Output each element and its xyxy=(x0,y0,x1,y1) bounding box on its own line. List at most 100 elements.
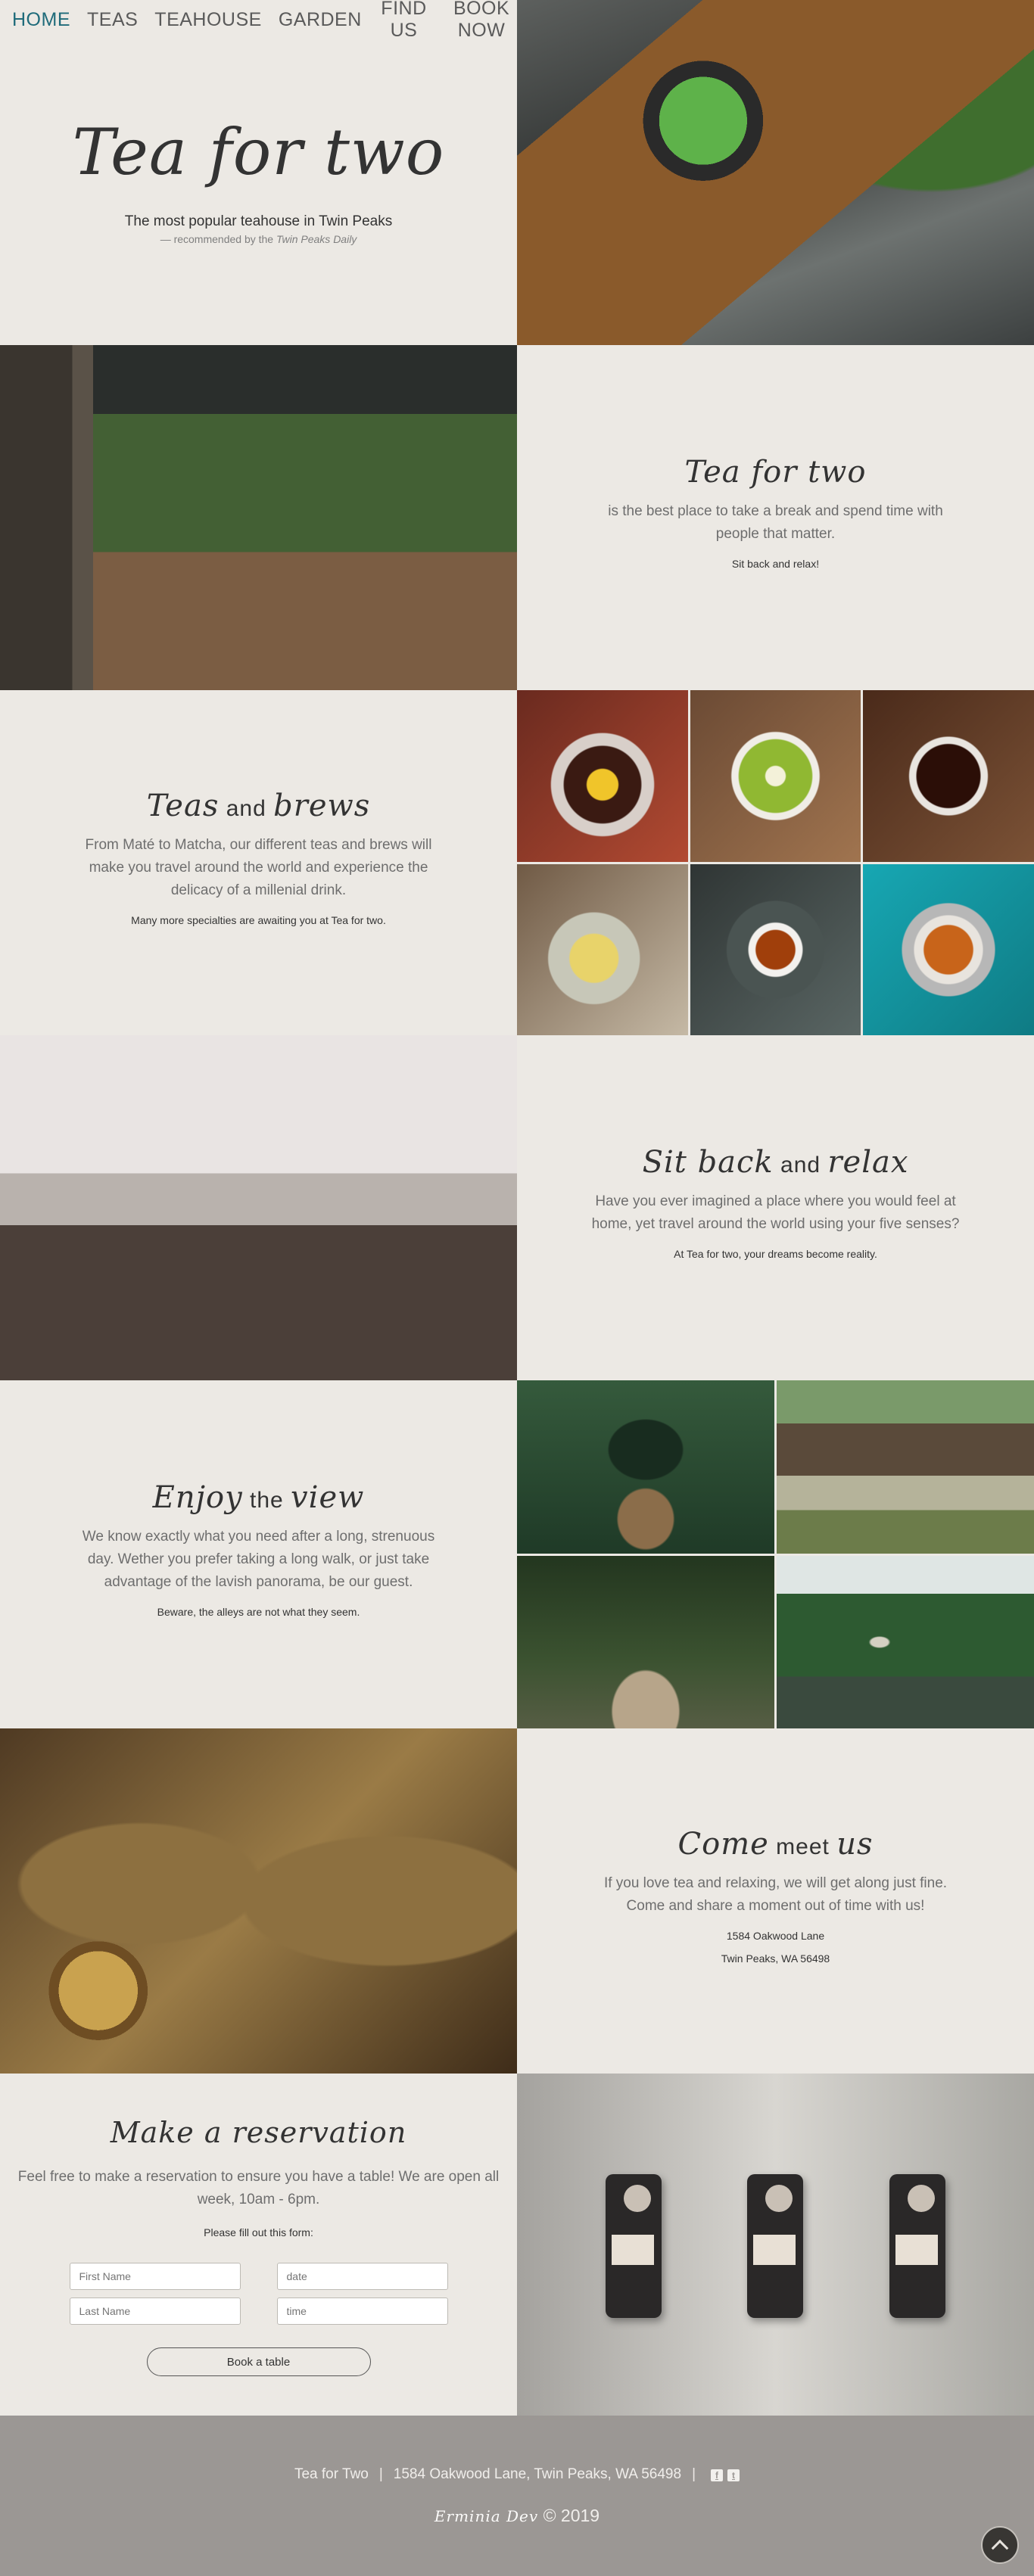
nav-book-now[interactable]: BOOK NOW xyxy=(446,0,517,42)
date-field[interactable] xyxy=(276,2263,448,2290)
time-field[interactable] xyxy=(276,2298,448,2325)
hero-panel: HOME TEAS TEAHOUSE GARDEN FIND US BOOK N… xyxy=(0,0,517,345)
reservation-text: Feel free to make a reservation to ensur… xyxy=(17,2169,500,2207)
relax-section: Sit back and relax Have you ever imagine… xyxy=(0,1035,1034,1380)
teas-title: Teas and brews xyxy=(147,789,371,823)
reservation-section: Make a reservation Feel free to make a r… xyxy=(0,2074,1034,2419)
visit-title-and: meet xyxy=(768,1834,837,1859)
tea-gallery xyxy=(517,690,1034,1035)
visit-panel: Come meet us If you love tea and relaxin… xyxy=(517,1728,1034,2074)
teas-note: Many more specialties are awaiting you a… xyxy=(131,914,386,926)
phones-image xyxy=(517,2074,1034,2419)
hero-section: HOME TEAS TEAHOUSE GARDEN FIND US BOOK N… xyxy=(0,0,1034,345)
tea-photo xyxy=(690,690,861,862)
about-title: Tea for two xyxy=(684,455,867,490)
last-name-field[interactable] xyxy=(69,2298,241,2325)
garden-photo xyxy=(517,1555,774,1728)
tea-photo xyxy=(863,863,1034,1035)
terrace-image xyxy=(0,345,517,690)
hero-subtitle: The most popular teahouse in Twin Peaks xyxy=(124,213,393,229)
compass-map-photo xyxy=(0,1728,517,2074)
footer-address: 1584 Oakwood Lane, Twin Peaks, WA 56498 xyxy=(393,2466,682,2482)
visit-text: If you love tea and relaxing, we will ge… xyxy=(603,1875,948,1914)
nav-home[interactable]: HOME xyxy=(12,9,70,31)
about-text: is the best place to take a break and sp… xyxy=(608,503,943,542)
reservation-note: Please fill out this form: xyxy=(204,2226,313,2238)
about-note: Sit back and relax! xyxy=(731,558,820,570)
relax-panel: Sit back and relax Have you ever imagine… xyxy=(517,1035,1034,1380)
nav-teas[interactable]: TEAS xyxy=(87,9,138,31)
cafe-interior-photo xyxy=(0,1035,517,1380)
cafe-image xyxy=(0,1035,517,1380)
teas-panel: Teas and brews From Maté to Matcha, our … xyxy=(0,690,517,1035)
hero-image xyxy=(517,0,1034,345)
tea-photo xyxy=(517,863,688,1035)
tea-photo xyxy=(690,863,861,1035)
footer-separator: | xyxy=(378,2466,383,2482)
view-section: Enjoy the view We know exactly what you … xyxy=(0,1380,1034,1728)
site-footer: Tea for Two | 1584 Oakwood Lane, Twin Pe… xyxy=(0,2416,1034,2576)
view-title: Enjoy the view xyxy=(153,1480,365,1515)
about-section: Tea for two is the best place to take a … xyxy=(0,345,1034,690)
relax-title-b: relax xyxy=(827,1145,909,1180)
relax-title-a: Sit back xyxy=(642,1145,774,1180)
about-panel: Tea for two is the best place to take a … xyxy=(517,345,1034,690)
rec-prefix: — recommended by the xyxy=(160,233,276,245)
nav-garden[interactable]: GARDEN xyxy=(279,9,362,31)
rec-source: Twin Peaks Daily xyxy=(276,233,357,245)
teas-text: From Maté to Matcha, our different teas … xyxy=(85,837,432,898)
footer-copyright: Erminia Dev © 2019 xyxy=(434,2506,600,2526)
footer-name: Tea for Two xyxy=(294,2466,369,2482)
view-panel: Enjoy the view We know exactly what you … xyxy=(0,1380,517,1728)
social-links: ft xyxy=(706,2466,740,2483)
twitter-icon[interactable]: t xyxy=(727,2469,740,2481)
nav-find-us[interactable]: FIND US xyxy=(378,0,429,42)
relax-title: Sit back and relax xyxy=(643,1145,909,1180)
relax-text: Have you ever imagined a place where you… xyxy=(591,1193,960,1232)
visit-title-b: us xyxy=(836,1827,874,1862)
hero-recommendation: — recommended by the Twin Peaks Daily xyxy=(160,233,357,245)
first-name-field[interactable] xyxy=(69,2263,241,2290)
garden-photo xyxy=(517,1380,774,1554)
payphone xyxy=(889,2174,946,2318)
view-title-and: the xyxy=(242,1488,291,1513)
footer-author: Erminia Dev xyxy=(434,2506,539,2525)
payphones-photo xyxy=(517,2074,1034,2419)
reservation-panel: Make a reservation Feel free to make a r… xyxy=(0,2074,517,2419)
visit-title: Come meet us xyxy=(678,1827,874,1862)
relax-note: At Tea for two, your dreams become reali… xyxy=(674,1248,877,1260)
tea-photo xyxy=(517,690,688,862)
garden-photo xyxy=(777,1380,1034,1554)
facebook-icon[interactable]: f xyxy=(711,2469,723,2481)
chevron-up-icon xyxy=(991,2539,1009,2557)
payphone xyxy=(605,2174,662,2318)
view-title-a: Enjoy xyxy=(152,1480,243,1515)
book-table-button[interactable]: Book a table xyxy=(146,2347,371,2376)
garden-photo xyxy=(777,1555,1034,1728)
hero-title: Tea for two xyxy=(72,115,445,189)
visit-section: Come meet us If you love tea and relaxin… xyxy=(0,1728,1034,2074)
visit-address-line2: Twin Peaks, WA 56498 xyxy=(721,1952,830,1965)
footer-separator: | xyxy=(692,2466,696,2482)
visit-address-line1: 1584 Oakwood Lane xyxy=(726,1930,825,1942)
reservation-form xyxy=(69,2263,448,2325)
footer-info: Tea for Two | 1584 Oakwood Lane, Twin Pe… xyxy=(294,2466,740,2483)
map-image xyxy=(0,1728,517,2074)
teas-title-and: and xyxy=(219,796,274,821)
view-title-b: view xyxy=(291,1480,365,1515)
matcha-photo xyxy=(517,0,1034,345)
visit-title-a: Come xyxy=(677,1827,769,1862)
teas-section: Teas and brews From Maté to Matcha, our … xyxy=(0,690,1034,1035)
terrace-photo xyxy=(0,345,517,690)
top-navigation: HOME TEAS TEAHOUSE GARDEN FIND US BOOK N… xyxy=(0,0,517,42)
relax-title-and: and xyxy=(773,1153,828,1178)
garden-gallery xyxy=(517,1380,1034,1728)
back-to-top-button[interactable] xyxy=(981,2526,1019,2564)
reservation-title: Make a reservation xyxy=(110,2116,407,2149)
tea-photo xyxy=(863,690,1034,862)
teas-title-a: Teas xyxy=(146,789,220,823)
view-text: We know exactly what you need after a lo… xyxy=(82,1529,435,1590)
footer-year: © 2019 xyxy=(543,2505,600,2525)
nav-teahouse[interactable]: TEAHOUSE xyxy=(154,9,262,31)
payphone xyxy=(747,2174,804,2318)
